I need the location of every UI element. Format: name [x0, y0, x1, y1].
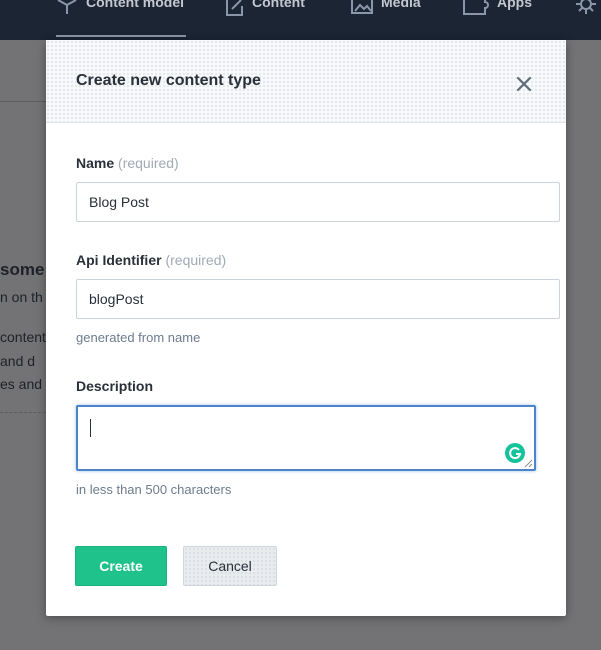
name-input[interactable]: Blog Post: [76, 182, 560, 222]
edit-icon: [226, 0, 243, 16]
api-identifier-value: blogPost: [89, 291, 144, 307]
close-icon: [516, 76, 532, 92]
api-identifier-input[interactable]: blogPost: [76, 279, 560, 319]
create-content-type-modal: Create new content type Name (required) …: [46, 40, 566, 616]
close-button[interactable]: [515, 75, 533, 93]
nav-item-content[interactable]: Content: [226, 0, 305, 22]
divider: [0, 101, 46, 102]
background-text: content: [0, 329, 46, 345]
grammarly-icon: [509, 447, 522, 460]
required-indicator: (required): [118, 155, 179, 171]
nav-item-settings[interactable]: [572, 0, 601, 22]
description-label-text: Description: [76, 378, 154, 394]
api-identifier-label: Api Identifier (required): [76, 252, 226, 268]
description-textarea[interactable]: [76, 405, 536, 471]
gear-icon: [576, 0, 596, 14]
name-label: Name (required): [76, 155, 179, 171]
resize-handle[interactable]: [524, 459, 533, 468]
top-navigation: Content model Content Media Apps: [0, 0, 601, 40]
dashed-divider: [0, 412, 46, 413]
api-identifier-label-text: Api Identifier: [76, 252, 162, 268]
background-text: es and: [0, 376, 43, 392]
description-label: Description: [76, 378, 153, 394]
modal-title: Create new content type: [76, 72, 261, 89]
nav-item-label: Media: [381, 0, 421, 10]
description-hint: in less than 500 characters: [76, 482, 232, 497]
background-text: and d: [0, 353, 36, 369]
nav-item-media[interactable]: Media: [351, 0, 421, 22]
cancel-button[interactable]: Cancel: [183, 546, 277, 586]
required-indicator: (required): [165, 252, 227, 268]
puzzle-icon: [463, 0, 489, 15]
grammarly-button[interactable]: [505, 443, 525, 463]
background-text: n on th: [0, 289, 43, 305]
text-caret: [90, 419, 91, 437]
name-label-text: Name: [76, 155, 115, 171]
image-icon: [351, 0, 373, 14]
api-identifier-hint: generated from name: [76, 330, 201, 345]
modal-header: Create new content type: [46, 40, 566, 123]
nav-item-label: Apps: [497, 0, 532, 10]
name-input-value: Blog Post: [89, 194, 149, 210]
background-heading: some: [0, 260, 45, 279]
create-button[interactable]: Create: [75, 546, 167, 586]
nav-item-label: Content: [252, 0, 305, 10]
box-icon: [57, 0, 77, 14]
nav-item-label: Content model: [86, 0, 184, 10]
nav-item-content-model[interactable]: Content model: [56, 0, 184, 22]
nav-item-apps[interactable]: Apps: [463, 0, 532, 22]
active-tab-indicator: [56, 35, 186, 37]
